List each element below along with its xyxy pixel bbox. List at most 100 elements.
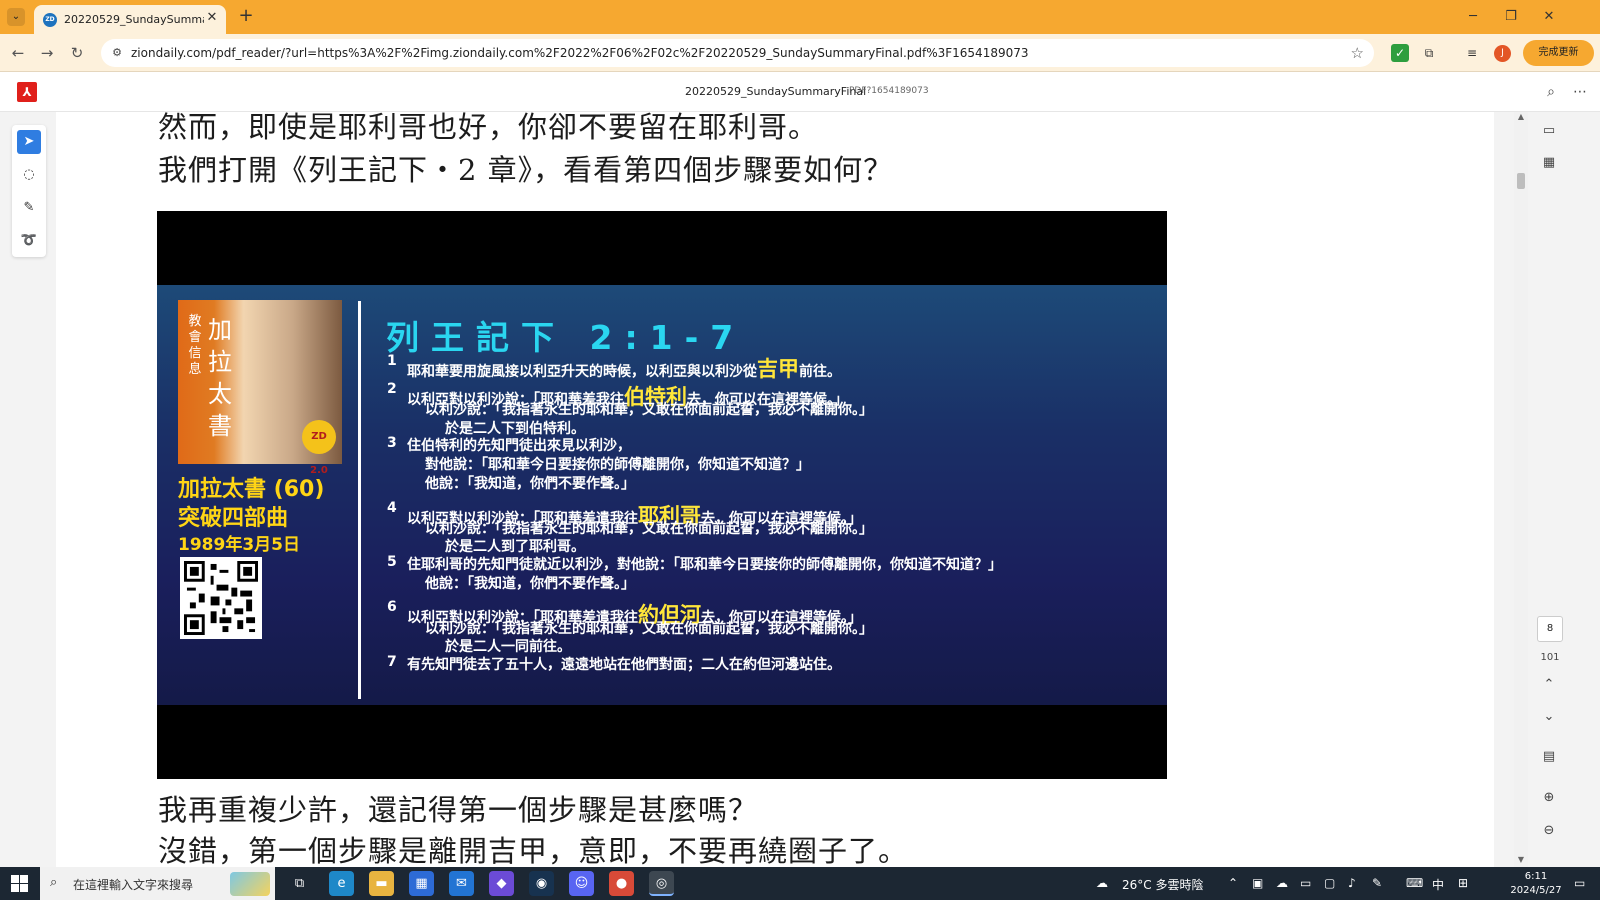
forward-button[interactable]: → xyxy=(37,43,57,63)
scroll-down-arrow-icon[interactable]: ▼ xyxy=(1514,855,1528,864)
extension-check-icon[interactable]: ✓ xyxy=(1391,44,1409,62)
verse-text: 他說：「我知道，你們不要作聲。」 xyxy=(425,476,635,492)
previous-page-icon[interactable]: ⌃ xyxy=(1538,674,1560,696)
total-pages: 101 xyxy=(1540,652,1560,663)
tab-title: 20220529_SundaySummaryF xyxy=(64,13,204,26)
media-controls-icon[interactable]: ≡ xyxy=(1463,44,1481,62)
close-window-button[interactable]: ✕ xyxy=(1536,6,1562,28)
verse-place-name: 吉甲 xyxy=(757,357,799,381)
scroll-thumb[interactable] xyxy=(1517,173,1525,189)
next-page-icon[interactable]: ⌄ xyxy=(1538,706,1560,728)
notification-icon[interactable]: ▭ xyxy=(1574,876,1585,890)
draw-tool-icon[interactable]: ✎ xyxy=(17,196,41,220)
ziondaily-favicon-icon: ZD xyxy=(43,13,57,27)
update-button[interactable]: 完成更新 xyxy=(1523,40,1594,66)
verse-text: 以利沙說：「我指著永生的耶和華，又敢在你面前起誓，我必不離開你。」 xyxy=(425,621,873,637)
verse-text: 住耶利哥的先知門徒就近以利沙，對他說：「耶和華今日要接你的師傅離開你，你知道不知… xyxy=(407,557,1002,573)
book-cover-image: 教會信息 加拉太書 ZD 2.0 xyxy=(178,300,342,476)
clock-time: 6:11 xyxy=(1524,871,1548,882)
qr-code-icon xyxy=(184,561,258,635)
more-options-icon[interactable]: ⋯ xyxy=(1570,82,1590,102)
tray-app-icon[interactable]: ▣ xyxy=(1252,876,1263,890)
series-subtitle: 突破四部曲 xyxy=(178,506,289,531)
current-page-field[interactable]: 8 xyxy=(1537,616,1563,642)
verse-line: 於是二人到了耶利哥。 xyxy=(445,536,585,556)
zd-badge-icon: ZD 2.0 xyxy=(302,420,336,476)
reload-button[interactable]: ↻ xyxy=(67,43,87,63)
show-hidden-icons-icon[interactable]: ⌃ xyxy=(1228,876,1238,890)
zoom-out-icon[interactable]: ⊖ xyxy=(1538,820,1560,842)
profile-avatar[interactable]: J xyxy=(1494,45,1511,62)
minimize-button[interactable]: ─ xyxy=(1460,6,1486,28)
pen-icon[interactable]: ✎ xyxy=(1372,876,1382,890)
tab-close-icon[interactable]: ✕ xyxy=(204,10,220,26)
lasso-tool-icon[interactable]: ➰ xyxy=(17,229,41,253)
back-button[interactable]: ← xyxy=(8,43,28,63)
chrome-profile-icon[interactable]: ● xyxy=(609,871,634,896)
address-bar[interactable]: ⚙ ziondaily.com/pdf_reader/?url=https%3A… xyxy=(101,39,1374,67)
chrome-icon[interactable]: ◎ xyxy=(649,871,674,896)
new-tab-button[interactable]: + xyxy=(236,6,256,26)
verse-text: 有先知門徒去了五十人，遠遠地站在他們對面；二人在約但河邊站住。 xyxy=(407,657,841,673)
edge-browser-icon[interactable]: e xyxy=(329,871,354,896)
thumbnails-grid-icon[interactable]: ▦ xyxy=(1538,152,1560,174)
verse-line: 以利沙說：「我指著永生的耶和華，又敢在你面前起誓，我必不離開你。」 xyxy=(425,618,873,638)
tab-search-button[interactable]: ⌄ xyxy=(7,8,25,26)
file-explorer-icon[interactable]: ▬ xyxy=(369,871,394,896)
pdf-viewer: ➤ ◌ ✎ ➰ 然而，即使是耶利哥也好，你卻不要留在耶利哥。 我們打開《列王記下… xyxy=(0,112,1600,867)
cover-big-text: 加拉太書 xyxy=(208,316,232,440)
pdf-page: 然而，即使是耶利哥也好，你卻不要留在耶利哥。 我們打開《列王記下‧2 章》，看看… xyxy=(56,112,1494,867)
system-clock[interactable]: 6:11 2024/5/27 xyxy=(1506,870,1566,898)
keyboard-icon[interactable]: ⌨ xyxy=(1406,876,1423,890)
app-icon[interactable]: ◆ xyxy=(489,871,514,896)
verse-number: 4 xyxy=(387,500,397,516)
extensions-puzzle-icon[interactable]: ⧉ xyxy=(1420,44,1438,62)
browser-toolbar: ← → ↻ ⚙ ziondaily.com/pdf_reader/?url=ht… xyxy=(0,34,1600,72)
url-text[interactable]: ziondaily.com/pdf_reader/?url=https%3A%2… xyxy=(131,46,1321,60)
series-title: 加拉太書 (60) xyxy=(178,477,325,502)
verse-text: 對他說：「耶和華今日要接你的師傅離開你，你知道不知道？」 xyxy=(425,457,810,473)
page-scrollbar[interactable]: ▲ ▼ xyxy=(1514,112,1528,867)
discord-icon[interactable]: ☺ xyxy=(569,871,594,896)
verse-number: 1 xyxy=(387,353,397,369)
scroll-up-arrow-icon[interactable]: ▲ xyxy=(1514,112,1528,121)
document-subtitle: PDF?1654189073 xyxy=(849,86,929,96)
verse-line: 住耶利哥的先知門徒就近以利沙，對他說：「耶和華今日要接你的師傅離開你，你知道不知… xyxy=(407,554,1002,574)
page-text-line: 我再重複少許，還記得第一個步驟是甚麼嗎？ xyxy=(158,793,759,827)
windows-start-icon[interactable] xyxy=(11,875,28,892)
comment-tool-icon[interactable]: ◌ xyxy=(17,163,41,187)
ime-options-icon[interactable]: ⊞ xyxy=(1458,876,1468,890)
page-fit-icon[interactable]: ▤ xyxy=(1538,746,1560,768)
weather-text[interactable]: 26°C 多雲時陰 xyxy=(1122,876,1203,893)
weather-icon[interactable]: ☁ xyxy=(1096,876,1108,890)
verse-line: 對他說：「耶和華今日要接你的師傅離開你，你知道不知道？」 xyxy=(425,454,810,474)
pdf-logo-icon: ⅄ xyxy=(17,82,37,102)
tab-strip: ⌄ ZD 20220529_SundaySummaryF ✕ + ─ ❐ ✕ xyxy=(0,0,1600,34)
pdf-header: ⅄ 20220529_SundaySummaryFinal PDF?165418… xyxy=(0,72,1600,112)
verse-number: 2 xyxy=(387,381,397,397)
steam-icon[interactable]: ◉ xyxy=(529,871,554,896)
taskbar-search-box[interactable]: ⌕ 在這裡輸入文字來搜尋 xyxy=(40,867,275,900)
mail-icon[interactable]: ✉ xyxy=(449,871,474,896)
battery-icon[interactable]: ▭ xyxy=(1300,876,1311,890)
onedrive-icon[interactable]: ☁ xyxy=(1276,876,1288,890)
task-view-icon[interactable]: ⧉ xyxy=(287,871,312,896)
search-highlight-image xyxy=(230,872,270,896)
site-info-icon[interactable]: ⚙ xyxy=(109,45,125,61)
search-icon[interactable]: ⌕ xyxy=(1541,82,1561,102)
zoom-in-icon[interactable]: ⊕ xyxy=(1538,787,1560,809)
volume-icon[interactable]: ♪ xyxy=(1348,876,1356,890)
microsoft-store-icon[interactable]: ▦ xyxy=(409,871,434,896)
page-text-line: 沒錯，第一個步驟是離開吉甲，意即，不要再繞圈子了。 xyxy=(158,834,909,867)
bookmark-star-icon[interactable]: ☆ xyxy=(1351,44,1364,62)
restore-button[interactable]: ❐ xyxy=(1498,6,1524,28)
select-tool-icon[interactable]: ➤ xyxy=(17,130,41,154)
cover-small-text: 教會信息 xyxy=(188,314,202,377)
network-icon[interactable]: ▢ xyxy=(1324,876,1335,890)
verse-number: 7 xyxy=(387,654,397,670)
comments-panel-icon[interactable]: ▭ xyxy=(1538,120,1560,142)
annotation-toolbar: ➤ ◌ ✎ ➰ xyxy=(12,125,46,257)
ime-mode[interactable]: 中 xyxy=(1432,876,1444,893)
active-tab[interactable]: ZD 20220529_SundaySummaryF ✕ xyxy=(34,5,226,34)
verse-text: 耶和華要用旋風接以利亞升天的時候，以利亞與以利沙從 xyxy=(407,364,757,380)
